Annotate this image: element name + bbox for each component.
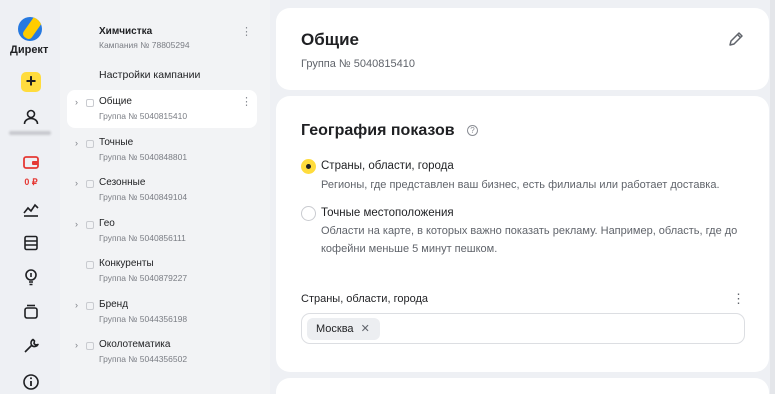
option-regions-label[interactable]: Страны, области, города [321, 160, 454, 172]
direct-logo-icon[interactable] [18, 17, 42, 41]
page-subtitle: Группа № 5040815410 [301, 58, 415, 70]
group-item-konkurenty[interactable]: Конкуренты Группа № 5040879227 [67, 252, 257, 290]
info-icon[interactable] [22, 373, 40, 391]
radio-regions[interactable] [301, 159, 316, 174]
group-name: Общие [99, 96, 132, 107]
chevron-right-icon[interactable]: › [75, 97, 78, 107]
group-name: Околотематика [99, 339, 171, 350]
group-item-tochnye[interactable]: › Точные Группа № 5040848801 [67, 131, 257, 169]
group-number: Группа № 5040815410 [99, 111, 188, 121]
regions-field-label: Страны, области, города [301, 293, 428, 305]
left-rail: Директ + 0 ₽ [0, 0, 60, 394]
chevron-right-icon[interactable]: › [75, 300, 78, 310]
option-exact-desc: Области на карте, в которых важно показа… [321, 225, 738, 255]
region-tag: Москва ✕ [307, 318, 380, 340]
scrollbar-track[interactable] [770, 0, 775, 394]
group-header-card: Общие Группа № 5040815410 [276, 8, 769, 90]
stack-icon[interactable] [22, 302, 40, 320]
campaign-name[interactable]: Химчистка [99, 26, 152, 37]
group-checkbox[interactable] [86, 261, 94, 269]
chevron-right-icon[interactable]: › [75, 340, 78, 350]
group-name: Бренд [99, 299, 129, 310]
user-icon[interactable] [22, 108, 40, 126]
chevron-right-icon[interactable]: › [75, 219, 78, 229]
group-name: Точные [99, 137, 134, 148]
option-regions-desc: Регионы, где представлен ваш бизнес, ест… [321, 179, 720, 191]
group-number: Группа № 5044356502 [99, 354, 188, 364]
campaign-number: Кампания № 78805294 [99, 40, 190, 50]
page-title: Общие [301, 30, 359, 49]
logo-label: Директ [10, 44, 49, 56]
lightbulb-icon[interactable] [22, 268, 40, 286]
chevron-right-icon[interactable]: › [75, 178, 78, 188]
user-name-blurred [9, 131, 51, 135]
group-number: Группа № 5040856111 [99, 233, 186, 243]
group-number: Группа № 5044356198 [99, 314, 188, 324]
main-content: Общие Группа № 5040815410 География пока… [276, 0, 775, 394]
group-name: Конкуренты [99, 258, 154, 269]
wrench-icon[interactable] [22, 337, 40, 355]
chevron-right-icon[interactable]: › [75, 138, 78, 148]
group-item-okolotematika[interactable]: › Околотематика Группа № 5044356502 [67, 333, 257, 371]
close-icon[interactable]: ✕ [361, 318, 370, 340]
geo-card: География показов ? Страны, области, гор… [276, 96, 769, 372]
group-item-geo[interactable]: › Гео Группа № 5040856111 [67, 212, 257, 250]
group-checkbox[interactable] [86, 302, 94, 310]
group-checkbox[interactable] [86, 140, 94, 148]
group-number: Группа № 5040848801 [99, 152, 188, 162]
balance-value: 0 ₽ [24, 177, 38, 187]
group-item-obshchie[interactable]: › Общие Группа № 5040815410 ⋮ [67, 90, 257, 128]
question-icon[interactable]: ? [467, 125, 478, 136]
group-number: Группа № 5040879227 [99, 273, 188, 283]
group-menu-icon[interactable]: ⋮ [241, 96, 252, 108]
edit-pencil-icon[interactable] [727, 30, 745, 48]
campaign-settings-link[interactable]: Настройки кампании [99, 69, 200, 81]
group-name: Гео [99, 218, 115, 229]
campaign-tree-panel: Химчистка Кампания № 78805294 ⋮ Настройк… [60, 0, 270, 394]
option-exact-label[interactable]: Точные местоположения [321, 207, 454, 219]
group-number: Группа № 5040849104 [99, 192, 188, 202]
campaign-menu-icon[interactable]: ⋮ [241, 26, 252, 38]
radio-exact-locations[interactable] [301, 206, 316, 221]
regions-input[interactable]: Москва ✕ [301, 313, 745, 344]
create-button[interactable]: + [21, 72, 41, 92]
chart-icon[interactable] [22, 200, 40, 218]
group-checkbox[interactable] [86, 180, 94, 188]
group-name: Сезонные [99, 177, 146, 188]
group-checkbox[interactable] [86, 342, 94, 350]
field-menu-icon[interactable]: ⋮ [732, 292, 745, 305]
region-tag-label: Москва [316, 323, 354, 335]
group-item-sezonnye[interactable]: › Сезонные Группа № 5040849104 [67, 171, 257, 209]
group-item-brend[interactable]: › Бренд Группа № 5044356198 [67, 293, 257, 331]
group-checkbox[interactable] [86, 221, 94, 229]
list-icon[interactable] [22, 234, 40, 252]
wallet-icon[interactable] [22, 153, 40, 171]
next-card [276, 378, 769, 394]
group-checkbox[interactable] [86, 99, 94, 107]
geo-section-title: География показов [301, 122, 455, 139]
